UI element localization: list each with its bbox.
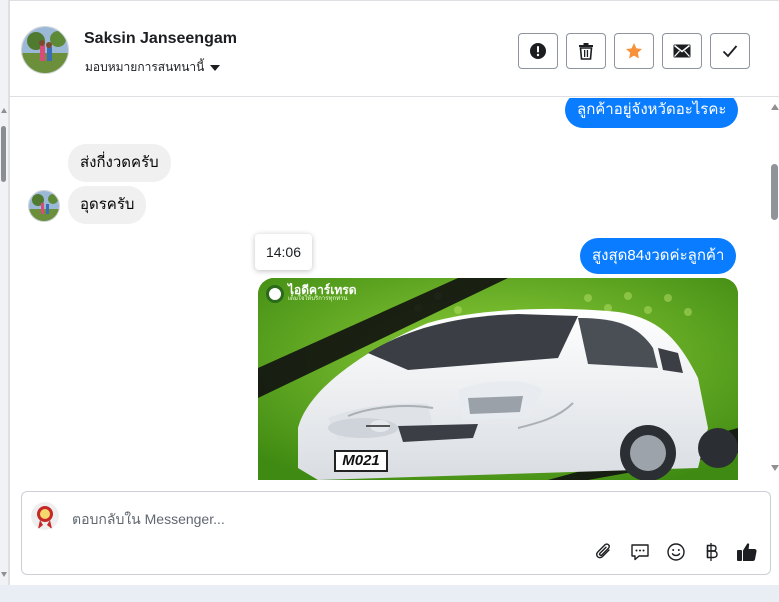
star-icon bbox=[626, 43, 642, 59]
dealer-logo-subtext: เต็มใจให้บริการทุกท่าน bbox=[288, 296, 348, 302]
check-icon bbox=[722, 45, 738, 58]
scroll-down-arrow-icon[interactable] bbox=[771, 465, 779, 471]
outgoing-message[interactable]: ลูกค้าอยู่จังหวัดอะไรคะ bbox=[565, 98, 739, 128]
paperclip-icon bbox=[596, 543, 610, 559]
assign-label: มอบหมายการสนทนานี้ bbox=[85, 60, 205, 74]
outer-scrollbar[interactable] bbox=[0, 0, 9, 585]
reply-input[interactable]: ตอบกลับใน Messenger... bbox=[72, 509, 225, 531]
scroll-up-arrow-icon[interactable] bbox=[1, 108, 7, 113]
outgoing-message[interactable]: สูงสุด84งวดค่ะลูกค้า bbox=[580, 238, 737, 274]
conversation-header: Saksin Janseengam มอบหมายการสนทนานี้ bbox=[10, 0, 779, 97]
dealer-logo-icon bbox=[266, 284, 284, 303]
star-button[interactable] bbox=[614, 33, 654, 69]
emoji-button[interactable] bbox=[665, 541, 687, 563]
caret-down-icon bbox=[210, 65, 221, 71]
conversation-panel: Saksin Janseengam มอบหมายการสนทนานี้ ลูก… bbox=[9, 0, 779, 585]
incoming-message[interactable]: อุดรครับ bbox=[68, 186, 147, 224]
assign-conversation-dropdown[interactable]: มอบหมายการสนทนานี้ bbox=[85, 58, 221, 77]
car-photo bbox=[258, 278, 738, 480]
page-avatar bbox=[31, 502, 59, 530]
attach-button[interactable] bbox=[593, 541, 615, 563]
thumbs-up-icon bbox=[737, 543, 757, 561]
done-button[interactable] bbox=[710, 33, 750, 69]
dealer-logo: ไอดีคาร์เทรด เต็มใจให้บริการทุกท่าน bbox=[266, 284, 357, 303]
trash-icon bbox=[579, 43, 593, 60]
baht-icon bbox=[706, 543, 718, 561]
contact-name[interactable]: Saksin Janseengam bbox=[84, 30, 237, 48]
thread-scrollbar[interactable] bbox=[769, 98, 779, 480]
report-button[interactable] bbox=[518, 33, 558, 69]
dealer-logo-text: ไอดีคาร์เทรด bbox=[288, 283, 357, 297]
message-thread[interactable]: ลูกค้าอยู่จังหวัดอะไรคะ ส่งกี่งวดครับ อุ… bbox=[10, 98, 779, 480]
scroll-down-arrow-icon[interactable] bbox=[1, 572, 7, 577]
incoming-message[interactable]: ส่งกี่งวดครับ bbox=[68, 144, 171, 182]
reply-composer[interactable]: ตอบกลับใน Messenger... bbox=[21, 491, 771, 575]
smiley-icon bbox=[667, 543, 685, 561]
speech-bubble-icon bbox=[631, 544, 649, 561]
timestamp-tooltip: 14:06 bbox=[255, 234, 312, 270]
scroll-thumb[interactable] bbox=[1, 126, 6, 182]
scroll-thumb[interactable] bbox=[771, 164, 778, 220]
contact-avatar-small[interactable] bbox=[28, 190, 60, 222]
saved-replies-button[interactable] bbox=[629, 541, 651, 563]
license-plate: M021 bbox=[334, 450, 388, 472]
bottom-bar bbox=[0, 585, 779, 602]
contact-avatar[interactable] bbox=[21, 26, 69, 74]
like-button[interactable] bbox=[736, 541, 758, 563]
car-photo-attachment[interactable]: ไอดีคาร์เทรด เต็มใจให้บริการทุกท่าน M021 bbox=[258, 278, 738, 480]
payment-button[interactable] bbox=[701, 541, 723, 563]
delete-button[interactable] bbox=[566, 33, 606, 69]
envelope-icon bbox=[673, 44, 691, 58]
mark-unread-button[interactable] bbox=[662, 33, 702, 69]
alert-circle-icon bbox=[530, 43, 546, 59]
scroll-up-arrow-icon[interactable] bbox=[771, 104, 779, 110]
